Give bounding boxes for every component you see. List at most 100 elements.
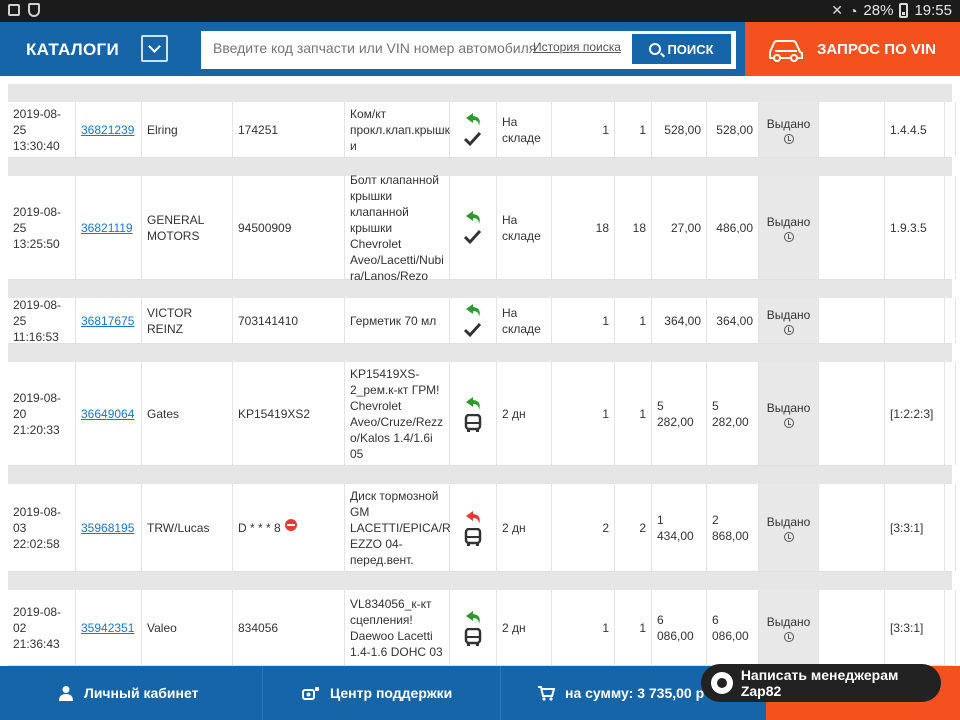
- return-arrow-icon[interactable]: [463, 302, 483, 319]
- cell-empty: [819, 484, 885, 571]
- availability-line: складе: [502, 228, 541, 243]
- ordered-quantity: 1: [602, 620, 609, 635]
- battery-percent: 28%: [863, 2, 894, 19]
- cell-tail: [945, 484, 956, 571]
- history-icon[interactable]: [783, 324, 794, 335]
- cell-tail: [945, 176, 956, 279]
- search-input[interactable]: [213, 40, 543, 56]
- history-icon[interactable]: [783, 231, 794, 242]
- table-row[interactable]: 2019-08-25 13:25:50 36821119 GENERAL MOTORS…: [8, 172, 956, 283]
- system-icons: ✕ ◔ 28% 19:55: [831, 2, 952, 19]
- order-datetime: 2019-08-03 22:02:58: [13, 504, 70, 552]
- cell-dt: 2019-08-25 13:25:50: [8, 176, 76, 279]
- check-icon: [463, 322, 482, 337]
- cell-tail: [945, 590, 956, 665]
- vin-request-button[interactable]: ЗАПРОС ПО VIN: [745, 22, 960, 76]
- description-line: Болт клапанной: [350, 172, 439, 187]
- position-code: [1:2:2:3]: [890, 406, 934, 421]
- vin-request-label: ЗАПРОС ПО VIN: [817, 41, 936, 58]
- row-separator: [8, 158, 952, 176]
- cell-ordered: 1: [552, 298, 615, 343]
- cell-avail: На складе: [497, 176, 552, 279]
- part-description: Диск тормозной GM LACETTI/EPICA/R EZZO 04- п…: [350, 488, 451, 568]
- availability-line: складе: [502, 321, 541, 336]
- history-icon[interactable]: [783, 417, 794, 428]
- personal-cabinet-button[interactable]: Личный кабинет: [58, 666, 198, 720]
- catalog-menu-label[interactable]: КАТАЛОГИ: [26, 40, 119, 60]
- status-label: Выдано: [766, 400, 811, 415]
- battery-icon: [899, 3, 909, 18]
- return-arrow-icon[interactable]: [463, 609, 483, 626]
- availability: На складе: [502, 305, 541, 337]
- order-number-link[interactable]: 35968195: [81, 520, 134, 536]
- description-line: VL834056_к-кт: [350, 596, 432, 611]
- return-arrow-icon[interactable]: [463, 111, 483, 128]
- notification-icons: [8, 3, 40, 17]
- cell-avail: 2 дн: [497, 590, 552, 665]
- catalog-dropdown-button[interactable]: [141, 35, 168, 62]
- cell-icons: [450, 102, 497, 157]
- cell-empty: [819, 176, 885, 279]
- order-number-link[interactable]: 35942351: [81, 620, 134, 636]
- description-line: EZZO 04-: [350, 536, 403, 551]
- table-row[interactable]: 2019-08-20 21:20:33 36649064 Gates KP15419XS…: [8, 362, 956, 466]
- cell-status: Выдано: [759, 102, 819, 157]
- ordered-quantity: 1: [602, 122, 609, 137]
- history-icon[interactable]: [783, 133, 794, 144]
- no-return-icon: [284, 518, 297, 531]
- cell-article: 174251: [233, 102, 345, 157]
- support-center-button[interactable]: Центр поддержки: [302, 666, 452, 720]
- issued-quantity: 18: [632, 220, 646, 235]
- return-denied-icon[interactable]: [463, 509, 483, 526]
- availability-line: 2 дн: [502, 406, 526, 421]
- chat-manager-button[interactable]: Написать менеджерам Zap82: [701, 664, 941, 702]
- return-arrow-icon[interactable]: [463, 209, 483, 226]
- search-button[interactable]: ПОИСК: [632, 34, 731, 64]
- cell-price: 27,00: [652, 176, 707, 279]
- history-icon[interactable]: [783, 631, 794, 642]
- cell-ordered: 18: [552, 176, 615, 279]
- cell-tail: [945, 102, 956, 157]
- table-row[interactable]: 2019-08-03 22:02:58 35968195 TRW/Lucas D * *…: [8, 484, 956, 572]
- wifi-icon: ◔: [848, 2, 858, 19]
- line-total: 5 282,00: [712, 398, 749, 429]
- brand-name: TRW/Lucas: [147, 520, 210, 535]
- gallery-notification-icon: [8, 4, 20, 16]
- cell-code: 1.9.3.5: [885, 176, 945, 279]
- cell-status: Выдано: [759, 484, 819, 571]
- cell-order: 35942351: [76, 590, 142, 665]
- cell-brand: Valeo: [142, 590, 233, 665]
- table-row[interactable]: 2019-08-25 11:16:53 36817675 VICTOR REINZ 70…: [8, 298, 956, 344]
- cell-icons: [450, 298, 497, 343]
- return-arrow-icon[interactable]: [463, 395, 483, 412]
- order-number-link[interactable]: 36649064: [81, 406, 134, 422]
- search-box: История поиска ПОИСК: [201, 31, 736, 69]
- issued-quantity: 1: [639, 313, 646, 328]
- search-history-link[interactable]: История поиска: [533, 40, 621, 54]
- order-number-link[interactable]: 36817675: [81, 313, 134, 329]
- table-row[interactable]: 2019-08-25 13:30:40 36821239 Elring 174251 Ко…: [8, 102, 956, 158]
- cell-price: 528,00: [652, 102, 707, 157]
- ordered-quantity: 1: [602, 313, 609, 328]
- history-icon[interactable]: [783, 531, 794, 542]
- cell-status: Выдано: [759, 590, 819, 665]
- ordered-quantity: 1: [602, 406, 609, 421]
- support-icon: [302, 687, 319, 700]
- cell-status: Выдано: [759, 176, 819, 279]
- part-description: VL834056_к-кт сцепления! Daewoo Lacetti 1.4…: [350, 596, 443, 660]
- cell-brand: Elring: [142, 102, 233, 157]
- order-number-link[interactable]: 36821119: [81, 220, 133, 236]
- cell-desc: KP15419XS- 2_рем.к-кт ГРМ! Chevrolet Aveo/C…: [345, 362, 450, 465]
- order-date: 2019-08-03: [13, 504, 62, 535]
- description-line: GM: [350, 504, 370, 519]
- cart-button[interactable]: на сумму: 3 735,00 р: [538, 666, 704, 720]
- table-row[interactable]: 2019-08-02 21:36:43 35942351 Valeo 834056 VL8…: [8, 590, 956, 666]
- cell-sum: 364,00: [707, 298, 759, 343]
- cell-sum: 6 086,00: [707, 590, 759, 665]
- chat-label: Написать менеджерам Zap82: [740, 667, 899, 699]
- order-number-link[interactable]: 36821239: [81, 122, 134, 138]
- cell-order: 35968195: [76, 484, 142, 571]
- unit-price: 528,00: [664, 122, 701, 137]
- check-icon: [463, 131, 482, 146]
- cell-order: 36649064: [76, 362, 142, 465]
